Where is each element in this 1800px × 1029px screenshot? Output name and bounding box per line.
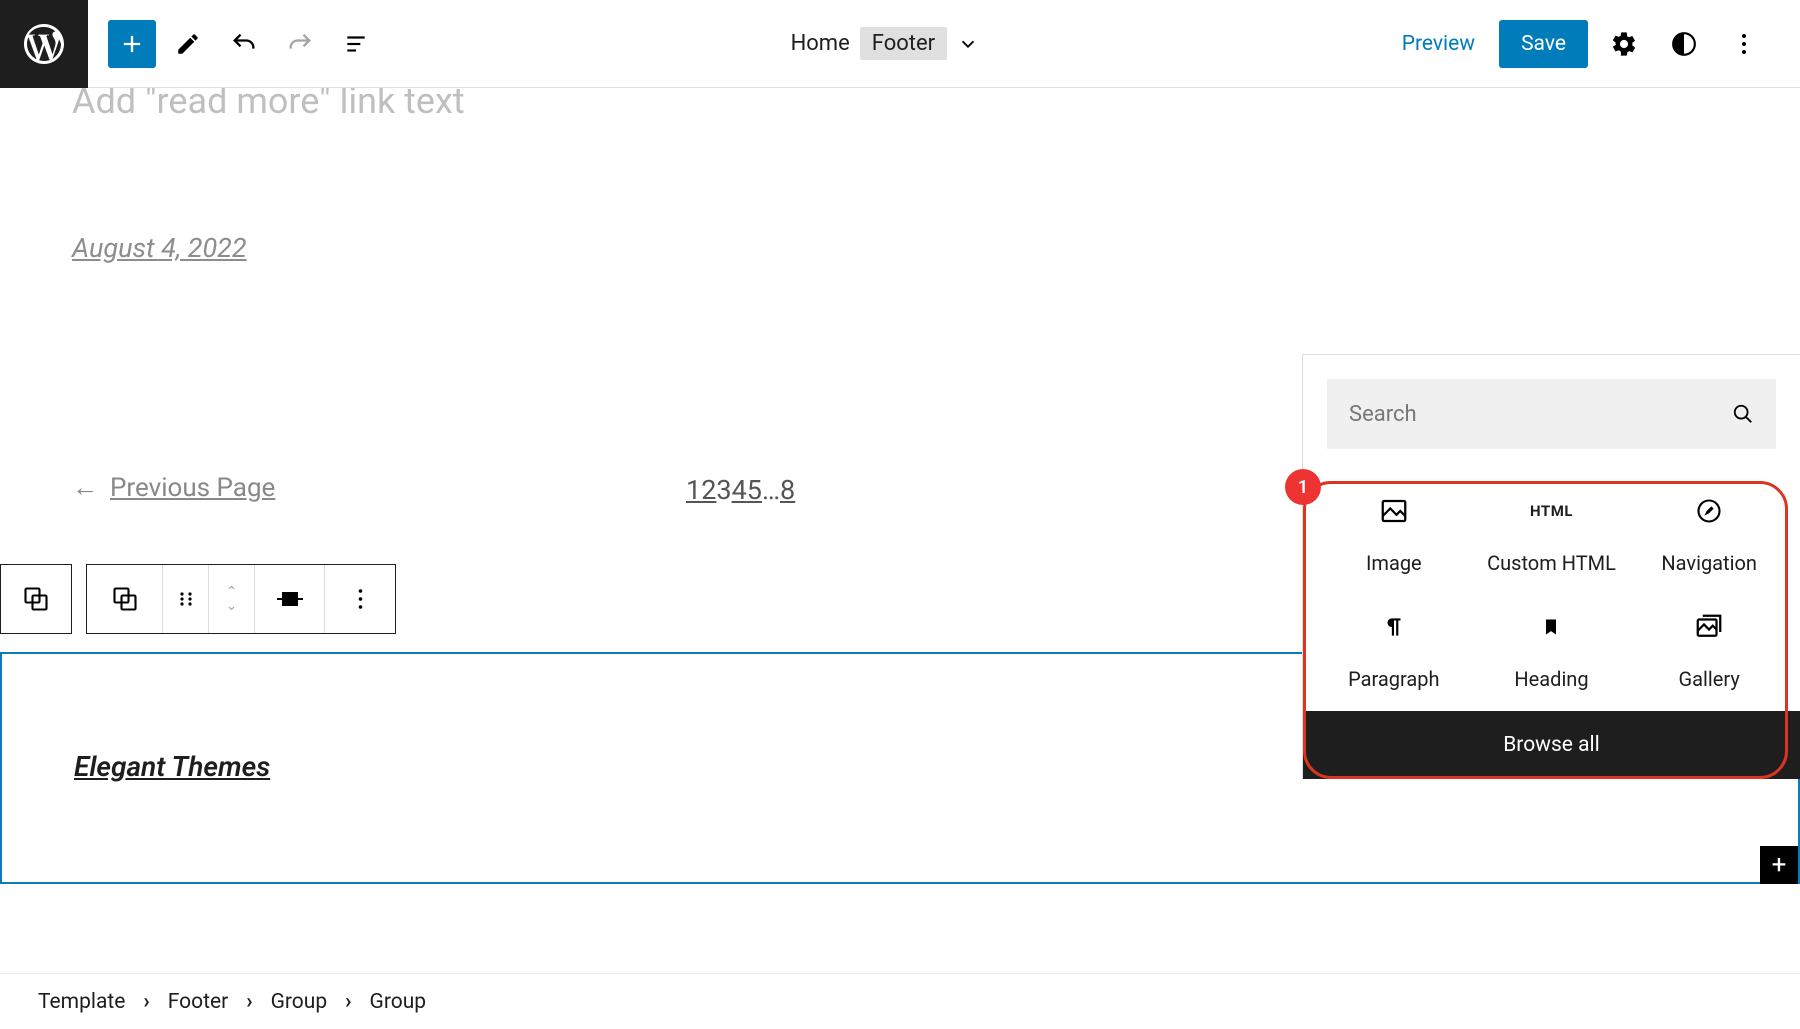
top-toolbar: Home Footer Preview Save bbox=[0, 0, 1800, 88]
browse-all-button[interactable]: Browse all bbox=[1303, 711, 1800, 779]
search-placeholder: Search bbox=[1349, 402, 1417, 427]
styles-button[interactable] bbox=[1660, 20, 1708, 68]
prev-page-label: Previous Page bbox=[110, 473, 275, 503]
bc-group1[interactable]: Group bbox=[271, 990, 328, 1014]
block-toolbar: ⌃ ⌄ bbox=[0, 564, 396, 634]
bc-template[interactable]: Template bbox=[38, 990, 125, 1014]
block-item-navigation[interactable]: Navigation bbox=[1630, 489, 1788, 575]
redo-button[interactable] bbox=[276, 20, 324, 68]
post-date[interactable]: August 4, 2022 bbox=[72, 232, 247, 264]
parent-block-button[interactable] bbox=[1, 565, 71, 633]
readmore-placeholder[interactable]: Add "read more" link text bbox=[72, 88, 465, 122]
toolbar-left bbox=[88, 20, 400, 68]
inserter-grid: Image HTML Custom HTML Navigation Paragr… bbox=[1303, 459, 1800, 711]
chevron-right-icon: › bbox=[246, 990, 252, 1014]
block-item-heading[interactable]: Heading bbox=[1473, 605, 1631, 691]
chevron-right-icon: › bbox=[143, 990, 149, 1014]
list-view-button[interactable] bbox=[332, 20, 380, 68]
pilcrow-icon bbox=[1381, 605, 1407, 649]
add-block-inline-button[interactable]: + bbox=[1760, 846, 1798, 884]
annotation-badge: 1 bbox=[1285, 469, 1321, 505]
save-button[interactable]: Save bbox=[1499, 20, 1588, 68]
block-item-image[interactable]: Image bbox=[1315, 489, 1473, 575]
add-block-button[interactable] bbox=[108, 20, 156, 68]
template-breadcrumb[interactable]: Home Footer bbox=[400, 27, 1370, 60]
block-type-button[interactable] bbox=[87, 565, 163, 633]
chevron-down-icon: ⌄ bbox=[226, 599, 238, 613]
chevron-right-icon: › bbox=[345, 990, 351, 1014]
align-button[interactable] bbox=[255, 565, 325, 633]
search-icon bbox=[1732, 403, 1754, 425]
block-more-button[interactable] bbox=[325, 565, 395, 633]
block-item-paragraph[interactable]: Paragraph bbox=[1315, 605, 1473, 691]
settings-button[interactable] bbox=[1600, 20, 1648, 68]
editor-canvas: Add "read more" link text August 4, 2022… bbox=[0, 88, 1800, 973]
edit-mode-button[interactable] bbox=[164, 20, 212, 68]
more-options-button[interactable] bbox=[1720, 20, 1768, 68]
wordpress-logo[interactable] bbox=[0, 0, 88, 88]
bc-footer[interactable]: Footer bbox=[168, 990, 228, 1014]
html-icon: HTML bbox=[1530, 489, 1573, 533]
block-item-custom-html[interactable]: HTML Custom HTML bbox=[1473, 489, 1631, 575]
breadcrumb-home: Home bbox=[791, 31, 850, 56]
gallery-icon bbox=[1693, 605, 1725, 649]
inserter-search[interactable]: Search bbox=[1327, 379, 1776, 449]
toolbar-right: Preview Save bbox=[1370, 20, 1800, 68]
compass-icon bbox=[1695, 489, 1723, 533]
site-title[interactable]: Elegant Themes bbox=[74, 750, 270, 783]
breadcrumb-footer: Footer bbox=[860, 27, 947, 60]
undo-button[interactable] bbox=[220, 20, 268, 68]
block-item-gallery[interactable]: Gallery bbox=[1630, 605, 1788, 691]
chevron-down-icon bbox=[957, 33, 979, 55]
arrow-left-icon: ← bbox=[72, 472, 98, 503]
bottom-breadcrumb: Template › Footer › Group › Group bbox=[0, 973, 1800, 1029]
chevron-up-icon: ⌃ bbox=[226, 585, 238, 599]
image-icon bbox=[1379, 489, 1409, 533]
block-inserter-panel: Search 1 Image HTML Custom HTML Navigati… bbox=[1302, 354, 1800, 779]
bookmark-icon bbox=[1541, 605, 1561, 649]
drag-handle[interactable] bbox=[163, 565, 209, 633]
pagination-prev[interactable]: ← Previous Page bbox=[72, 472, 275, 503]
block-mover[interactable]: ⌃ ⌄ bbox=[209, 565, 255, 633]
preview-link[interactable]: Preview bbox=[1390, 22, 1487, 66]
bc-group2[interactable]: Group bbox=[370, 990, 427, 1014]
pagination-numbers[interactable]: 12345…8 bbox=[686, 474, 795, 506]
